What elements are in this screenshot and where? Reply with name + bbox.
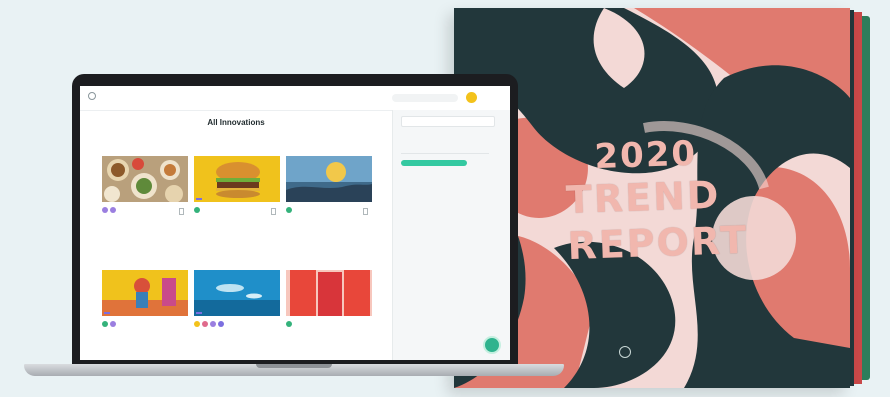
innovation-card[interactable] <box>102 156 188 215</box>
card-category-icons <box>102 321 188 327</box>
card-image-stadium-crowd <box>286 156 372 202</box>
header-search-input[interactable] <box>392 94 458 102</box>
category-icon <box>194 207 200 213</box>
innovation-card[interactable] <box>102 270 188 327</box>
laptop-notch <box>256 364 332 368</box>
page-title: All Innovations <box>207 118 265 127</box>
innovation-card[interactable] <box>286 156 372 215</box>
filter-toggle[interactable] <box>401 160 467 166</box>
laptop-base <box>24 364 564 376</box>
brand-logo-icon <box>88 92 96 100</box>
category-icon <box>286 321 292 327</box>
category-icon <box>210 321 216 327</box>
category-icon <box>102 321 108 327</box>
card-tag <box>196 312 202 314</box>
book-title-year: 2020 <box>593 133 698 178</box>
innovation-card[interactable] <box>194 156 280 215</box>
category-icon <box>218 321 224 327</box>
book-title-report: REPORT <box>566 217 750 269</box>
card-category-icons <box>194 321 280 327</box>
bookmark-icon[interactable] <box>179 208 184 215</box>
category-icon <box>286 207 292 213</box>
filter-sidebar <box>392 110 510 360</box>
card-image-carnival-figure <box>102 270 188 316</box>
card-tag <box>104 312 110 314</box>
book-title: 2020 TREND REPORT <box>564 133 749 269</box>
card-category-icons <box>286 321 372 327</box>
app-header <box>80 86 510 111</box>
card-image-food-platter <box>102 156 188 202</box>
category-icon <box>110 207 116 213</box>
innovation-card[interactable] <box>286 270 372 327</box>
filter-search-input[interactable] <box>401 116 495 127</box>
card-category-icons <box>286 207 372 213</box>
book-title-trend: TREND <box>565 172 722 223</box>
card-image-burger <box>194 156 280 202</box>
bookmark-icon[interactable] <box>363 208 368 215</box>
category-icon <box>102 207 108 213</box>
category-icon <box>110 321 116 327</box>
sort-select[interactable] <box>401 144 489 154</box>
laptop-lid: All Innovations <box>72 74 518 366</box>
brand-logo[interactable] <box>88 92 100 100</box>
bookmark-icon[interactable] <box>271 208 276 215</box>
category-icon <box>194 321 200 327</box>
chat-button[interactable] <box>483 336 501 354</box>
publisher-logo-icon <box>619 346 631 358</box>
user-avatar[interactable] <box>466 92 477 103</box>
card-image-red-packaging <box>286 270 372 316</box>
card-category-icons <box>102 207 188 213</box>
product-scene: 2020 TREND REPORT All Innovations <box>0 0 890 397</box>
innovations-main: All Innovations <box>80 110 392 360</box>
laptop-screen: All Innovations <box>80 86 510 360</box>
card-image-aquarium <box>194 270 280 316</box>
card-tag <box>196 198 202 200</box>
book-publisher-logo <box>619 346 631 358</box>
category-icon <box>202 321 208 327</box>
innovation-card[interactable] <box>194 270 280 327</box>
card-category-icons <box>194 207 280 213</box>
